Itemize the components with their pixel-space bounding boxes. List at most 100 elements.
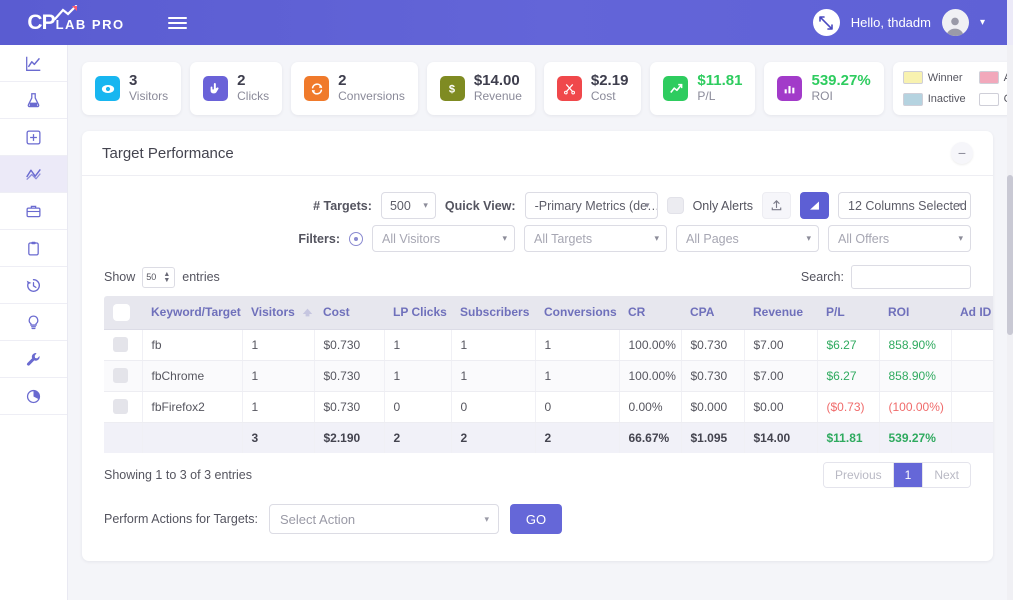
cell-pl: $6.27 bbox=[817, 360, 879, 391]
targets-count-select[interactable]: 500 ▾ bbox=[381, 192, 436, 219]
sidebar-item-lab[interactable] bbox=[0, 82, 67, 119]
cell-cpa: $0.730 bbox=[681, 360, 744, 391]
chart-view-button[interactable] bbox=[800, 192, 829, 219]
row-select-cell[interactable] bbox=[104, 360, 142, 391]
select-all-header[interactable] bbox=[104, 296, 142, 329]
legend-swatch bbox=[903, 93, 923, 106]
stat-card-pl[interactable]: $11.81 P/L bbox=[650, 62, 755, 115]
hamburger-menu-button[interactable] bbox=[164, 13, 191, 33]
column-header-lp-clicks[interactable]: LP Clicks bbox=[384, 296, 451, 329]
column-header-keyword[interactable]: Keyword/Target bbox=[142, 296, 242, 329]
column-header-cr[interactable]: CR bbox=[619, 296, 681, 329]
select-all-checkbox[interactable] bbox=[113, 304, 130, 321]
cell-cr: 0.00% bbox=[619, 391, 681, 422]
stat-label: Cost bbox=[591, 89, 629, 105]
totals-visitors: 3 bbox=[242, 422, 314, 453]
stat-card-cost[interactable]: $2.19 Cost bbox=[544, 62, 642, 115]
sidebar-item-analytics[interactable] bbox=[0, 378, 67, 415]
quick-view-select[interactable]: -Primary Metrics (de… ▾ bbox=[525, 192, 658, 219]
row-checkbox[interactable] bbox=[113, 368, 128, 383]
expand-arrows-icon bbox=[819, 16, 833, 30]
stat-cards-row: 3 Visitors 2 Clicks 2 Conversions bbox=[82, 45, 993, 115]
chart-line-icon bbox=[25, 55, 42, 72]
row-select-cell[interactable] bbox=[104, 329, 142, 360]
totals-revenue: $14.00 bbox=[744, 422, 817, 453]
filter-offers-select[interactable]: All Offers ▾ bbox=[828, 225, 971, 252]
stat-card-revenue[interactable]: $ $14.00 Revenue bbox=[427, 62, 535, 115]
column-header-roi[interactable]: ROI bbox=[879, 296, 951, 329]
columns-select[interactable]: 12 Columns Selected ▾ bbox=[838, 192, 971, 219]
sidebar-item-performance[interactable] bbox=[0, 156, 67, 193]
totals-select-cell bbox=[104, 422, 142, 453]
pagination-previous[interactable]: Previous bbox=[824, 463, 893, 487]
column-header-revenue[interactable]: Revenue bbox=[744, 296, 817, 329]
cell-cost: $0.730 bbox=[314, 329, 384, 360]
select-action-dropdown[interactable]: Select Action ▾ bbox=[269, 504, 499, 534]
row-select-cell[interactable] bbox=[104, 391, 142, 422]
filter-visitors-select[interactable]: All Visitors ▾ bbox=[372, 225, 515, 252]
search-input[interactable] bbox=[851, 265, 971, 289]
sidebar-item-dashboard[interactable] bbox=[0, 45, 67, 82]
fullscreen-expand-button[interactable] bbox=[813, 9, 840, 36]
filter-pages-select[interactable]: All Pages ▾ bbox=[676, 225, 819, 252]
stat-label: ROI bbox=[811, 89, 870, 105]
export-button[interactable] bbox=[762, 192, 791, 219]
show-entries-label: Show bbox=[104, 270, 135, 284]
column-header-pl[interactable]: P/L bbox=[817, 296, 879, 329]
cell-lp-clicks: 0 bbox=[384, 391, 451, 422]
cell-lp-clicks: 1 bbox=[384, 360, 451, 391]
briefcase-icon bbox=[25, 203, 42, 220]
collapse-panel-button[interactable]: − bbox=[951, 142, 973, 164]
totals-lp-clicks: 2 bbox=[384, 422, 451, 453]
totals-cpa: $1.095 bbox=[681, 422, 744, 453]
column-header-subscribers[interactable]: Subscribers bbox=[451, 296, 535, 329]
app-logo[interactable]: CP LAB PRO bbox=[27, 11, 124, 35]
column-header-ad-id[interactable]: Ad ID bbox=[951, 296, 993, 329]
chevron-down-icon[interactable]: ▾ bbox=[980, 17, 985, 28]
sidebar-item-offers[interactable] bbox=[0, 193, 67, 230]
panel-header: Target Performance − bbox=[82, 131, 993, 176]
scrollbar-thumb[interactable] bbox=[1007, 175, 1013, 335]
filter-targets-select[interactable]: All Targets ▾ bbox=[524, 225, 667, 252]
sidebar-item-insights[interactable] bbox=[0, 304, 67, 341]
row-checkbox[interactable] bbox=[113, 399, 128, 414]
cell-visitors: 1 bbox=[242, 360, 314, 391]
chevron-down-icon: ▾ bbox=[484, 514, 489, 525]
totals-subscribers: 2 bbox=[451, 422, 535, 453]
stat-label: Revenue bbox=[474, 89, 522, 105]
pagination-page-1[interactable]: 1 bbox=[893, 463, 924, 487]
table-row[interactable]: fbChrome 1 $0.730 1 1 1 100.00% $0.730 $… bbox=[104, 360, 993, 391]
sidebar-item-tools[interactable] bbox=[0, 341, 67, 378]
go-button[interactable]: GO bbox=[510, 504, 562, 534]
legend-swatch bbox=[903, 71, 923, 84]
pagination-next[interactable]: Next bbox=[923, 463, 970, 487]
sidebar-item-new-campaign[interactable] bbox=[0, 119, 67, 156]
stat-card-visitors[interactable]: 3 Visitors bbox=[82, 62, 181, 115]
column-header-conversions[interactable]: Conversions bbox=[535, 296, 619, 329]
targets-table-wrapper: Keyword/Target Visitors Cost LP Clicks S… bbox=[82, 296, 993, 453]
avatar[interactable] bbox=[942, 9, 969, 36]
column-header-cpa[interactable]: CPA bbox=[681, 296, 744, 329]
only-alerts-checkbox[interactable] bbox=[667, 197, 684, 214]
bulk-actions-label: Perform Actions for Targets: bbox=[104, 512, 258, 526]
chevron-down-icon: ▾ bbox=[654, 233, 659, 244]
chevron-down-icon: ▾ bbox=[423, 200, 428, 211]
scrollbar-top-cap bbox=[1007, 0, 1013, 45]
column-header-cost[interactable]: Cost bbox=[314, 296, 384, 329]
sidebar-item-history[interactable] bbox=[0, 267, 67, 304]
chevron-down-icon: ▾ bbox=[958, 200, 963, 211]
lightbulb-icon bbox=[25, 314, 42, 331]
table-row[interactable]: fb 1 $0.730 1 1 1 100.00% $0.730 $7.00 $… bbox=[104, 329, 993, 360]
row-checkbox[interactable] bbox=[113, 337, 128, 352]
table-row[interactable]: fbFirefox2 1 $0.730 0 0 0 0.00% $0.000 $… bbox=[104, 391, 993, 422]
cell-ad-id bbox=[951, 391, 993, 422]
stat-card-text: $2.19 Cost bbox=[591, 73, 629, 104]
sidebar-item-reports[interactable] bbox=[0, 230, 67, 267]
page-scrollbar[interactable] bbox=[1007, 45, 1013, 600]
stat-card-conversions[interactable]: 2 Conversions bbox=[291, 62, 418, 115]
column-header-visitors[interactable]: Visitors bbox=[242, 296, 314, 329]
entries-stepper[interactable]: 50 ▲ ▼ bbox=[142, 267, 175, 288]
stat-card-clicks[interactable]: 2 Clicks bbox=[190, 62, 282, 115]
stat-card-roi[interactable]: 539.27% ROI bbox=[764, 62, 883, 115]
stepper-down-icon[interactable]: ▼ bbox=[163, 277, 170, 284]
